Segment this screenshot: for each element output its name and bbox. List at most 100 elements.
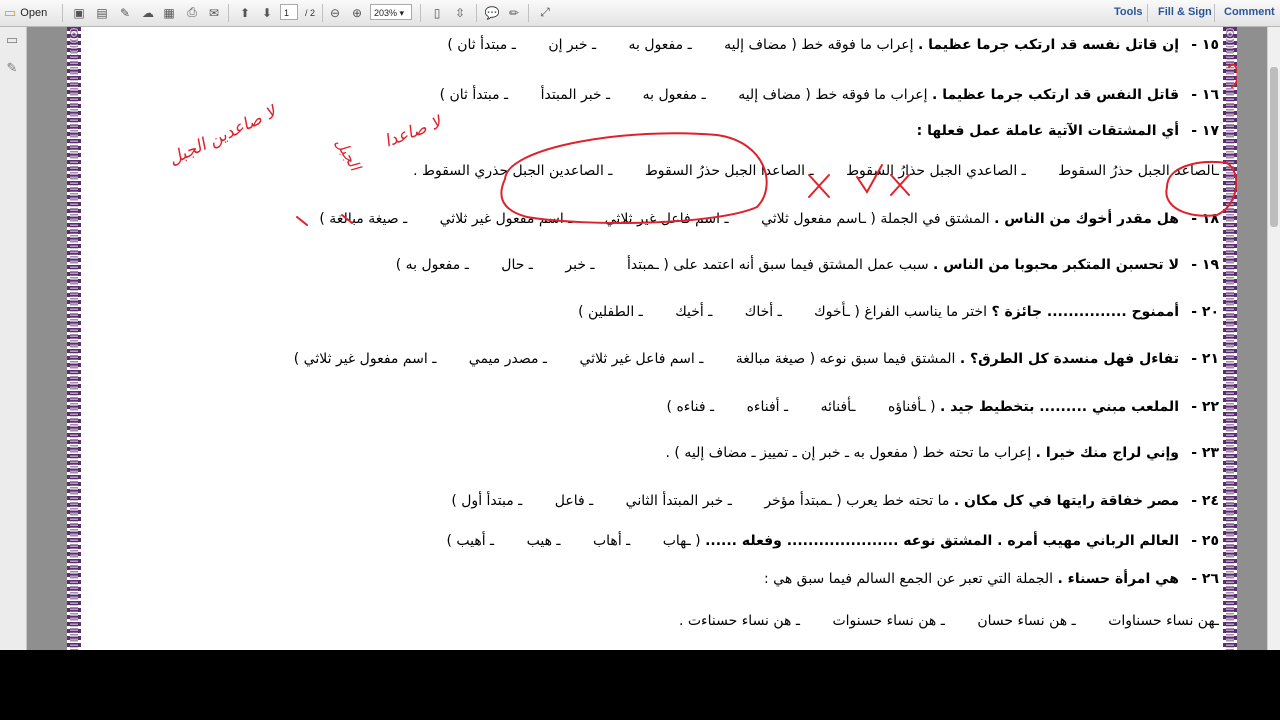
combine-files-icon[interactable]: ▤ xyxy=(93,3,111,22)
answer-option: ـ هيب xyxy=(526,533,561,549)
answer-option: ـ مصدر ميمي xyxy=(468,351,548,367)
question-stem: لا تحسبن المتكبر محبوبا من الناس . xyxy=(933,257,1179,273)
answer-option: ـ أهاب xyxy=(592,533,631,549)
answer-option: ـ مبتدأ أول ) xyxy=(451,493,523,509)
page-up-icon[interactable]: ⬆ xyxy=(236,3,254,22)
question-stem: إن قاتل نفسه قد ارتكب جرما عظيما . xyxy=(917,37,1179,53)
open-label: Open xyxy=(20,6,48,19)
answer-option: ـ فناءه ) xyxy=(666,399,715,415)
question-number: ٢٥ - xyxy=(1191,533,1219,549)
document-viewer[interactable]: ١٥ - إن قاتل نفسه قد ارتكب جرما عظيما . إ… xyxy=(27,27,1267,650)
vertical-scrollbar[interactable] xyxy=(1267,27,1280,650)
answer-option: ـ خبر إن xyxy=(548,37,597,53)
answer-option: ـ هن نساء حسنوات xyxy=(832,613,945,629)
decorative-border-right xyxy=(1223,27,1237,650)
question-line: ٢٠ - أممنوح ............... جائزة ؟ اختر … xyxy=(550,300,1219,324)
highlight-icon[interactable]: ✏ xyxy=(505,3,523,22)
answer-option: ـ اسم مفعول غير ثلاثي xyxy=(439,211,573,227)
tools-link[interactable]: Tools xyxy=(1114,6,1143,18)
question-number: ٢٢ - xyxy=(1191,399,1219,415)
question-task: المشتق في الجملة xyxy=(880,211,990,227)
answer-option: ـ اسم فاعل غير ثلاثي xyxy=(604,211,729,227)
answer-option: ـأفنائه xyxy=(820,399,856,415)
navigation-pane: ▭ ✎ xyxy=(0,27,27,650)
answer-option: ( ـمبتدأ مؤخر xyxy=(764,493,842,509)
answer-option: ـ خبر المبتدأ الثاني xyxy=(625,493,732,509)
answer-option: ـ الصاعدي الجبل حذارُ السقوط xyxy=(846,163,1026,179)
answer-option: ـ فاعل xyxy=(554,493,594,509)
page-thumbnails-icon[interactable]: ▭ xyxy=(5,33,19,49)
question-number: ٢٣ - xyxy=(1191,445,1219,461)
zoom-out-icon[interactable]: ⊖ xyxy=(326,3,344,22)
question-line: ١٧ - أي المشتقات الآتية عاملة عمل فعلها : xyxy=(917,119,1219,143)
question-task: إعراب ما فوقه خط xyxy=(815,87,928,103)
answer-option: ( صيغة مبالغة xyxy=(735,351,816,367)
question-stem: أي المشتقات الآتية عاملة عمل فعلها : xyxy=(916,123,1179,139)
page-number-input[interactable]: 1 xyxy=(280,4,298,20)
question-number: ٢٦ - xyxy=(1191,571,1219,587)
answer-option: ـ خبر xyxy=(565,257,595,273)
answer-option: ـ أفناءه xyxy=(746,399,789,415)
toolbar-divider xyxy=(420,4,421,22)
answer-option: ـ خبر المبتدأ xyxy=(540,87,611,103)
fit-page-icon[interactable]: ▯ xyxy=(428,3,446,22)
page-total: / 2 xyxy=(304,7,315,18)
question-task: إعراب ما تحته خط ( مفعول به ـ خبر إن ـ ت… xyxy=(665,445,1032,461)
scrollbar-thumb[interactable] xyxy=(1270,67,1278,227)
question-number: ٢١ - xyxy=(1191,351,1219,367)
answer-option: ـالصاعد الجبل حذرُ السقوط xyxy=(1058,163,1219,179)
answer-option: ( ـأخوك xyxy=(814,304,860,320)
fill-sign-link[interactable]: Fill & Sign xyxy=(1158,6,1212,18)
questions-list: ١٥ - إن قاتل نفسه قد ارتكب جرما عظيما . إ… xyxy=(85,27,1219,650)
answer-option: ـ الطفلين ) xyxy=(578,304,643,320)
app-toolbar: ▭ Open ▣ ▤ ✎ ☁ ▦ ⎙ ✉ ⬆ ⬇ 1 / 2 ⊖ ⊕ 203% … xyxy=(0,0,1280,27)
create-pdf-icon[interactable]: ▣ xyxy=(70,3,88,22)
answer-option: ـ مبتدأ ثان ) xyxy=(447,37,516,53)
question-line: ٢٤ - مصر خفاقة رايتها في كل مكان . ما تحت… xyxy=(423,489,1219,513)
decorative-border-left xyxy=(67,27,81,650)
answer-option: ـ مفعول به ) xyxy=(395,257,469,273)
question-line: ـهن نساء حسناوات ـ هن نساء حسان ـ هن نسا… xyxy=(651,609,1219,633)
question-task: ما تحته خط يعرب xyxy=(846,493,950,509)
question-stem: تفاءل فهل منسدة كل الطرق؟ . xyxy=(959,351,1179,367)
question-task: الجملة التي تعبر عن الجمع السالم فيما سب… xyxy=(763,571,1054,587)
answer-option: ـ أهيب ) xyxy=(446,533,495,549)
question-number: ١٦ - xyxy=(1191,87,1219,103)
answer-option: ـ أخاك xyxy=(744,304,782,320)
edit-icon[interactable]: ✎ xyxy=(116,3,134,22)
open-button[interactable]: ▭ Open xyxy=(4,3,56,22)
question-stem: هل مقدر أخوك من الناس . xyxy=(994,211,1179,227)
question-task: سبب عمل المشتق فيما سبق أنه اعتمد على xyxy=(673,257,929,273)
question-line: ١٩ - لا تحسبن المتكبر محبوبا من الناس . س… xyxy=(368,253,1219,277)
zoom-value: 203% xyxy=(374,8,398,18)
signature-icon[interactable]: ✎ xyxy=(5,61,19,77)
toolbar-divider xyxy=(1214,4,1215,22)
toolbar-divider xyxy=(476,4,477,22)
upload-cloud-icon[interactable]: ☁ xyxy=(139,3,157,22)
question-task: اختر ما يناسب الفراغ xyxy=(864,304,988,320)
question-line: ٢٢ - الملعب مبني ......... بتخطيط جيد . (… xyxy=(639,395,1219,419)
zoom-in-icon[interactable]: ⊕ xyxy=(348,3,366,22)
answer-option: ـ الصاعدين الجبل حذري السقوط . xyxy=(413,163,613,179)
answer-option: ( مضاف إليه xyxy=(724,37,797,53)
comment-link[interactable]: Comment xyxy=(1224,6,1275,18)
question-line: ـالصاعد الجبل حذرُ السقوط ـ الصاعدي الجب… xyxy=(385,159,1219,183)
email-icon[interactable]: ✉ xyxy=(205,3,223,22)
print-icon[interactable]: ⎙ xyxy=(183,3,201,22)
question-stem: وإني لراج منك خيرا . xyxy=(1035,445,1179,461)
question-line: ٢٥ - العالم الرباني مهيب أمره . المشتق نو… xyxy=(418,529,1219,553)
zoom-select[interactable]: 203% ▾ xyxy=(370,4,412,20)
answer-option: ( ـمبتدأ xyxy=(626,257,669,273)
toolbar-divider xyxy=(322,4,323,22)
question-number: ٢٠ - xyxy=(1191,304,1219,320)
letterbox-bar xyxy=(0,650,1280,720)
expand-icon[interactable]: ⤢ xyxy=(536,3,554,22)
sticky-note-icon[interactable]: 💬 xyxy=(483,3,501,22)
toolbar-divider xyxy=(528,4,529,22)
page-down-icon[interactable]: ⬇ xyxy=(258,3,276,22)
pdf-page: ١٥ - إن قاتل نفسه قد ارتكب جرما عظيما . إ… xyxy=(67,27,1237,650)
answer-option: ( ـهاب xyxy=(662,533,701,549)
save-icon[interactable]: ▦ xyxy=(160,3,178,22)
answer-option: ـ هن نساء حسان xyxy=(977,613,1076,629)
fit-width-icon[interactable]: ⇳ xyxy=(451,3,469,22)
